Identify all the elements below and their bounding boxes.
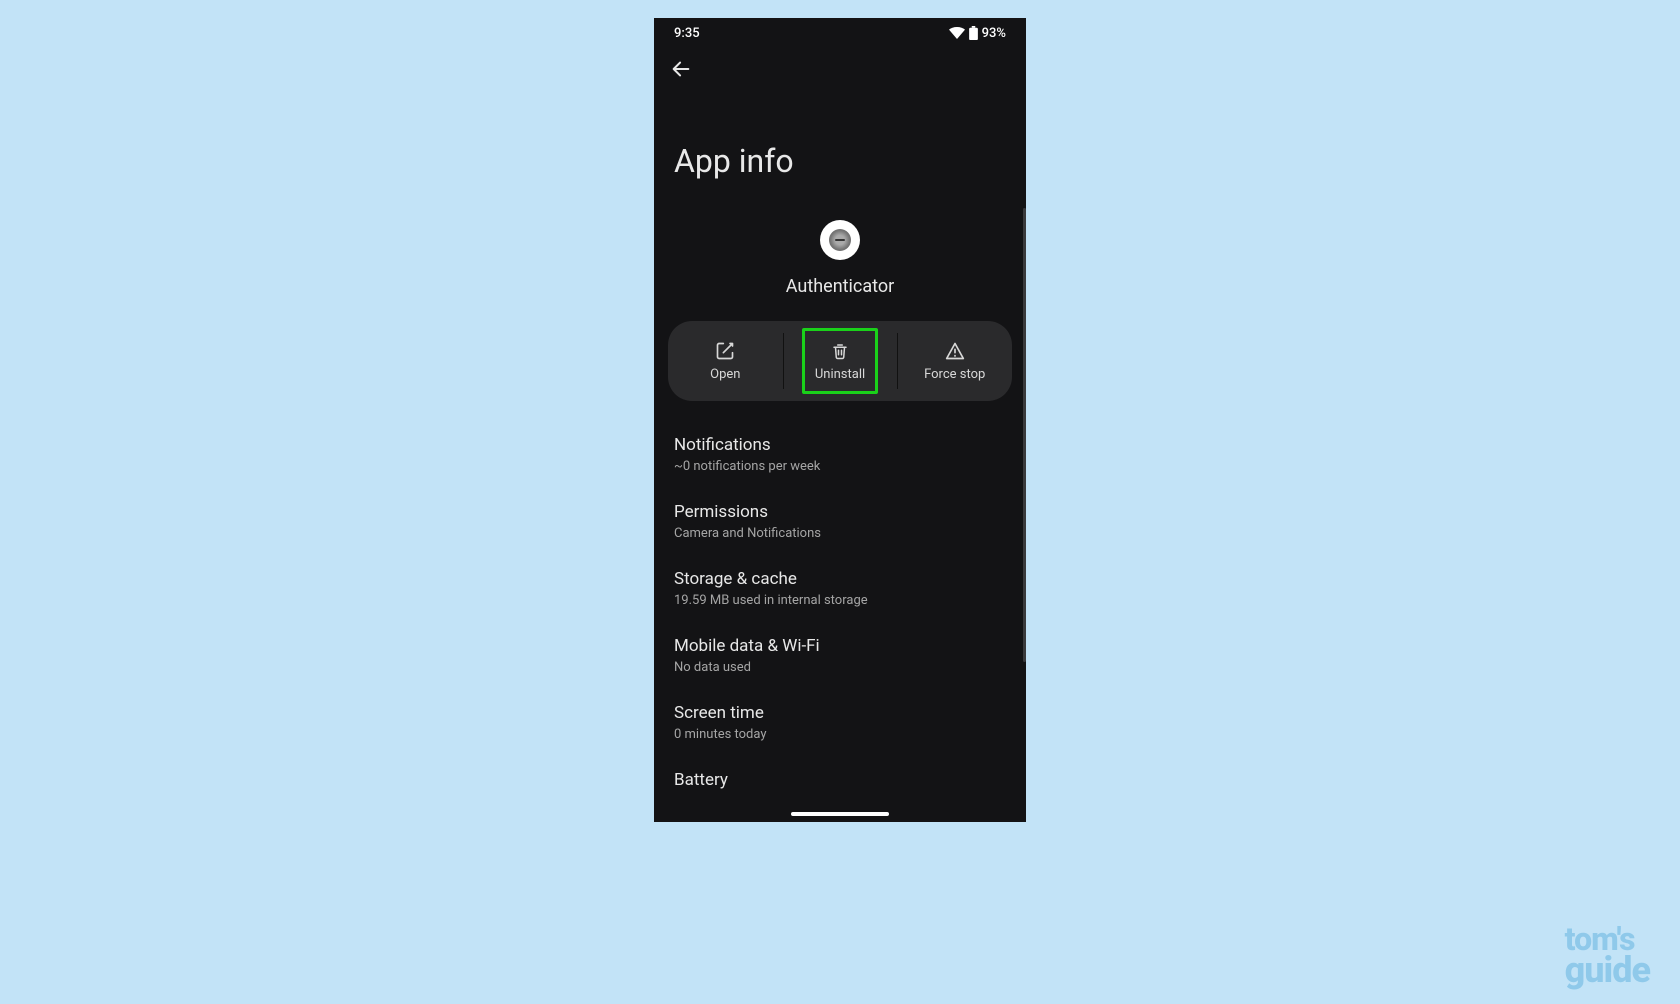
status-bar: 9:35 93% [654,18,1026,48]
setting-title: Battery [674,770,1006,790]
authenticator-icon [829,229,851,251]
watermark: tom's guide [1565,925,1650,986]
warning-icon [945,341,965,361]
open-label: Open [710,367,740,382]
app-icon [820,220,860,260]
status-right: 93% [949,26,1006,41]
setting-permissions[interactable]: Permissions Camera and Notifications [674,488,1006,555]
uninstall-button[interactable]: Uninstall [783,321,898,401]
gesture-pill [791,812,889,816]
setting-battery[interactable]: Battery [674,756,1006,808]
setting-sub: 19.59 MB used in internal storage [674,593,1006,608]
action-row: Open Uninstall Force stop [668,321,1012,401]
setting-sub: No data used [674,660,1006,675]
setting-sub: ~0 notifications per week [674,459,1006,474]
setting-sub: 0 minutes today [674,727,1006,742]
scrollbar[interactable] [1023,208,1026,662]
status-battery-pct: 93% [982,26,1006,41]
setting-notifications[interactable]: Notifications ~0 notifications per week [674,421,1006,488]
battery-icon [969,26,978,40]
setting-title: Storage & cache [674,569,1006,589]
wifi-icon [949,27,965,39]
tutorial-highlight [802,328,879,394]
setting-title: Notifications [674,435,1006,455]
setting-screen-time[interactable]: Screen time 0 minutes today [674,689,1006,756]
phone-screenshot: 9:35 93% App info Authenticator Open Uni… [654,18,1026,822]
app-header: Authenticator [654,220,1026,297]
watermark-line2: guide [1565,949,1650,991]
open-icon [715,341,735,361]
trash-icon [831,341,849,361]
setting-storage[interactable]: Storage & cache 19.59 MB used in interna… [674,555,1006,622]
force-stop-button[interactable]: Force stop [897,321,1012,401]
status-time: 9:35 [674,26,700,41]
uninstall-label: Uninstall [815,367,865,382]
setting-title: Mobile data & Wi-Fi [674,636,1006,656]
app-name: Authenticator [786,276,894,297]
setting-title: Screen time [674,703,1006,723]
setting-sub: Camera and Notifications [674,526,1006,541]
open-button[interactable]: Open [668,321,783,401]
setting-title: Permissions [674,502,1006,522]
back-icon[interactable] [670,58,1010,80]
setting-mobile-data[interactable]: Mobile data & Wi-Fi No data used [674,622,1006,689]
page-title: App info [654,80,1026,220]
settings-list: Notifications ~0 notifications per week … [654,421,1026,808]
back-row [654,48,1026,80]
force-stop-label: Force stop [924,367,985,382]
